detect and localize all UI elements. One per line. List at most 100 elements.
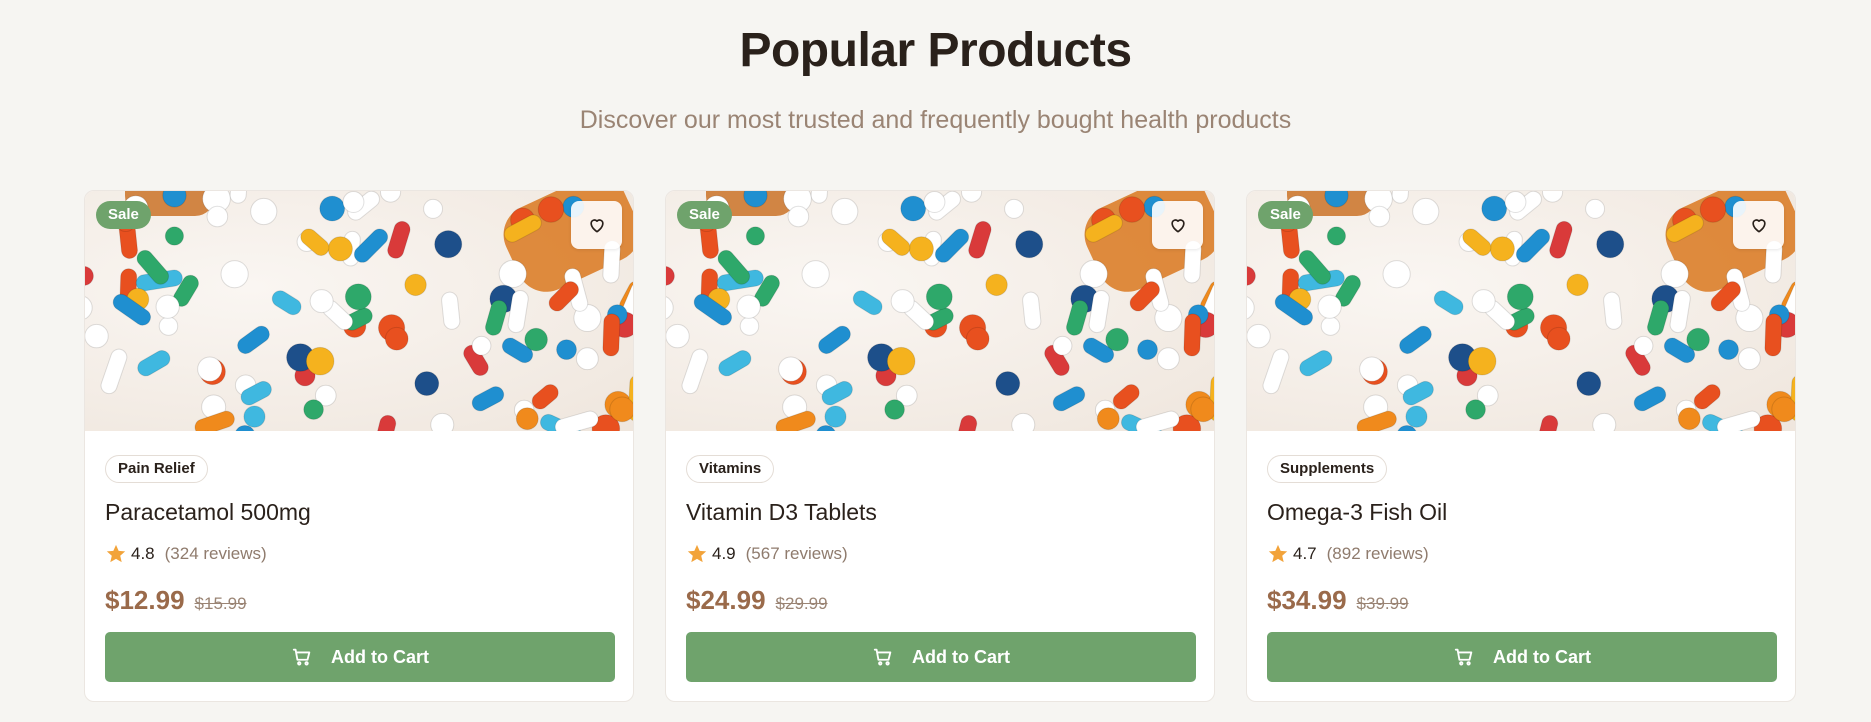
- add-to-cart-label: Add to Cart: [912, 646, 1010, 667]
- pill-shape: [666, 323, 690, 349]
- product-image[interactable]: Sale: [85, 191, 633, 431]
- capsule-shape: [484, 299, 508, 336]
- capsule-shape: [1299, 350, 1333, 377]
- capsule-shape: [1633, 386, 1667, 412]
- add-to-cart-button[interactable]: Add to Cart: [105, 632, 615, 682]
- pill-shape: [1079, 259, 1108, 289]
- pill-shape: [1576, 371, 1602, 396]
- review-count: (892 reviews): [1326, 544, 1429, 563]
- pill-shape: [327, 236, 353, 262]
- original-price: $39.99: [1356, 594, 1409, 613]
- pill-shape: [471, 335, 492, 356]
- capsule-shape: [471, 386, 505, 412]
- pill-shape: [884, 399, 905, 420]
- product-card[interactable]: Sale Vitamins Vitamin D3 Tablets 4.9 (56…: [665, 190, 1215, 702]
- sale-badge: Sale: [1258, 201, 1313, 229]
- price-row: $24.99 $29.99: [686, 585, 1194, 616]
- star-icon: [1268, 544, 1288, 563]
- capsule-shape: [137, 350, 171, 377]
- pill-shape: [985, 273, 1008, 297]
- pill-shape: [164, 226, 185, 246]
- rating: 4.8 (324 reviews): [105, 543, 613, 565]
- pill-shape: [1737, 347, 1761, 371]
- pill-shape: [220, 260, 249, 289]
- capsule-shape: [1065, 299, 1089, 336]
- product-card[interactable]: Sale Supplements Omega-3 Fish Oil 4.7 (8…: [1246, 190, 1796, 702]
- product-image[interactable]: Sale: [666, 191, 1214, 431]
- capsule-shape: [681, 348, 709, 395]
- product-card[interactable]: Sale Pain Relief Paracetamol 500mg 4.8 (…: [84, 190, 634, 702]
- pill-shape: [1015, 230, 1044, 259]
- capsule-shape: [1022, 291, 1042, 330]
- pill-shape: [305, 346, 335, 376]
- capsule-shape: [100, 348, 128, 395]
- capsule-shape: [374, 414, 397, 431]
- pill-shape: [1412, 197, 1440, 226]
- product-name[interactable]: Omega-3 Fish Oil: [1267, 497, 1775, 527]
- pill-shape: [1011, 412, 1036, 431]
- star-icon: [106, 544, 126, 563]
- pill-shape: [1489, 236, 1515, 262]
- pill-shape: [498, 259, 527, 289]
- pill-shape: [384, 326, 409, 351]
- pill-shape: [515, 407, 539, 431]
- pill-shape: [925, 283, 953, 311]
- product-image[interactable]: Sale: [1247, 191, 1795, 431]
- star-icon: [687, 544, 707, 563]
- section-header: Popular Products Discover our most trust…: [0, 22, 1871, 136]
- capsule-shape: [229, 191, 249, 204]
- add-to-cart-button[interactable]: Add to Cart: [1267, 632, 1777, 682]
- capsule-shape: [1536, 414, 1559, 431]
- review-count: (324 reviews): [164, 544, 267, 563]
- pill-shape: [1686, 327, 1710, 352]
- original-price: $15.99: [194, 594, 247, 613]
- capsule-shape: [387, 220, 411, 259]
- category-tag[interactable]: Vitamins: [686, 455, 775, 483]
- capsule-shape: [1764, 313, 1783, 357]
- cart-icon: [292, 648, 311, 666]
- pill-shape: [1718, 339, 1739, 361]
- pill-shape: [1771, 396, 1795, 423]
- capsule-shape: [300, 228, 330, 256]
- pill-shape: [344, 283, 372, 311]
- heart-icon: [1170, 219, 1185, 233]
- pill-shape: [778, 356, 804, 382]
- product-name[interactable]: Paracetamol 500mg: [105, 497, 613, 527]
- pill-shape: [1247, 296, 1255, 320]
- pill-shape: [1320, 316, 1341, 336]
- add-to-cart-label: Add to Cart: [331, 646, 429, 667]
- pill-shape: [537, 196, 565, 223]
- pill-shape: [666, 266, 675, 286]
- rating: 4.7 (892 reviews): [1267, 543, 1775, 565]
- pill-shape: [1481, 195, 1508, 222]
- wishlist-button[interactable]: [1152, 201, 1203, 249]
- heart-icon: [1751, 219, 1766, 233]
- capsule-shape: [955, 414, 978, 431]
- pill-shape: [1471, 289, 1496, 314]
- pill-shape: [960, 191, 983, 203]
- sale-badge: Sale: [96, 201, 151, 229]
- pill-shape: [434, 230, 463, 259]
- pill-shape: [1506, 283, 1534, 311]
- wishlist-button[interactable]: [1733, 201, 1784, 249]
- capsule-shape: [1549, 220, 1573, 259]
- pill-shape: [908, 236, 934, 262]
- pill-shape: [1633, 335, 1654, 356]
- capsule-shape: [1052, 386, 1086, 412]
- capsule-shape: [810, 191, 830, 204]
- category-tag[interactable]: Supplements: [1267, 455, 1388, 483]
- add-to-cart-button[interactable]: Add to Cart: [686, 632, 1196, 682]
- capsule-shape: [1391, 191, 1411, 204]
- pill-shape: [155, 294, 180, 319]
- rating-value: 4.8: [131, 544, 155, 563]
- pill-shape: [197, 356, 223, 382]
- pill-shape: [1118, 196, 1146, 223]
- pill-shape: [556, 339, 577, 361]
- pill-shape: [824, 405, 847, 428]
- pill-shape: [1566, 273, 1589, 297]
- pill-shape: [886, 346, 916, 376]
- wishlist-button[interactable]: [571, 201, 622, 249]
- product-name[interactable]: Vitamin D3 Tablets: [686, 497, 1194, 527]
- pill-shape: [1190, 396, 1214, 423]
- category-tag[interactable]: Pain Relief: [105, 455, 208, 483]
